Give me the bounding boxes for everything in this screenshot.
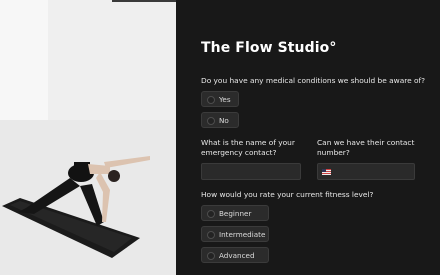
fitness-option-advanced[interactable]: Advanced <box>201 247 269 263</box>
radio-circle-icon <box>207 210 215 218</box>
medical-question-label: Do you have any medical conditions we sh… <box>201 76 426 85</box>
option-label: Yes <box>219 95 231 104</box>
medical-option-yes[interactable]: Yes <box>201 91 239 107</box>
radio-circle-icon <box>207 252 215 260</box>
yoga-photo <box>0 0 176 275</box>
page-title: The Flow Studio° <box>201 40 337 56</box>
option-label: Intermediate <box>219 230 266 239</box>
radio-circle-icon <box>207 231 215 239</box>
option-label: Beginner <box>219 209 252 218</box>
emergency-name-label: What is the name of your emergency conta… <box>201 138 295 157</box>
fitness-question-label: How would you rate your current fitness … <box>201 190 374 199</box>
emergency-number-label: Can we have their contact number? <box>317 138 415 157</box>
radio-circle-icon <box>207 117 215 125</box>
us-flag-icon[interactable] <box>322 169 331 175</box>
emergency-name-input[interactable] <box>201 163 301 180</box>
option-label: No <box>219 116 229 125</box>
yoga-illustration <box>0 0 176 275</box>
option-label: Advanced <box>219 251 255 260</box>
fitness-option-intermediate[interactable]: Intermediate <box>201 226 269 242</box>
medical-option-no[interactable]: No <box>201 112 239 128</box>
form-panel: The Flow Studio° Do you have any medical… <box>176 0 440 275</box>
fitness-option-beginner[interactable]: Beginner <box>201 205 269 221</box>
emergency-number-input[interactable] <box>317 163 415 180</box>
radio-circle-icon <box>207 96 215 104</box>
